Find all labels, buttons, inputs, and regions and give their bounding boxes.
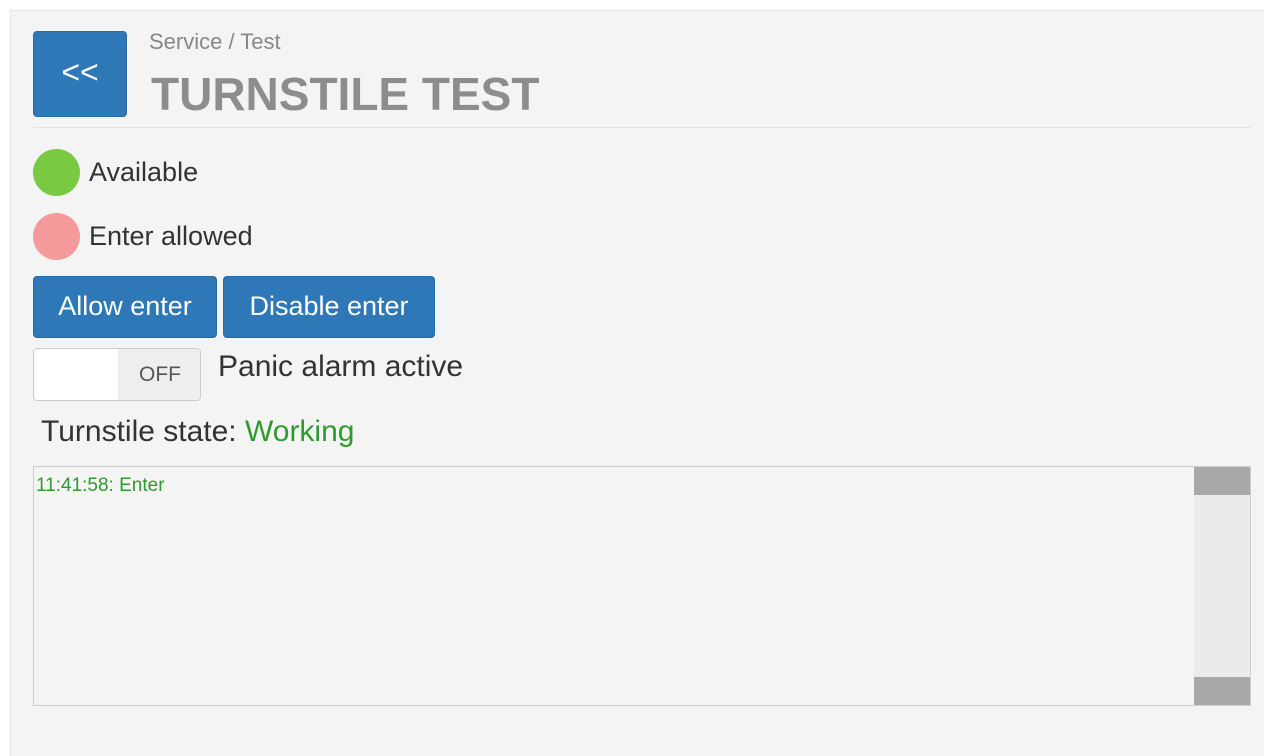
enter-allowed-label: Enter allowed xyxy=(89,220,253,251)
event-log[interactable]: 11:41:58: Enter xyxy=(33,466,1251,706)
panic-alarm-toggle[interactable]: OFF xyxy=(33,348,201,401)
status-enter-allowed: Enter allowed xyxy=(33,212,253,260)
status-available: Available xyxy=(33,148,198,196)
disable-enter-button[interactable]: Disable enter xyxy=(223,276,435,338)
log-scrollbar[interactable] xyxy=(1194,467,1250,705)
turnstile-state-label: Turnstile state: xyxy=(41,415,237,448)
turnstile-state-value: Working xyxy=(244,415,355,448)
header-divider xyxy=(33,127,1251,128)
log-entry: 11:41:58: Enter xyxy=(36,475,165,496)
turnstile-state: Turnstile state: Working xyxy=(41,415,354,449)
toggle-knob xyxy=(34,349,118,400)
breadcrumb: Service / Test xyxy=(149,29,281,54)
page-title: TURNSTILE TEST xyxy=(151,68,540,120)
scrollbar-down-arrow[interactable] xyxy=(1194,677,1250,705)
toggle-off-label: OFF xyxy=(118,349,200,400)
turnstile-test-panel: << Service / Test TURNSTILE TEST Availab… xyxy=(10,10,1264,756)
back-button[interactable]: << xyxy=(33,31,127,117)
enter-allowed-indicator-icon xyxy=(33,212,80,260)
allow-enter-button[interactable]: Allow enter xyxy=(33,276,217,338)
available-label: Available xyxy=(89,156,199,187)
panic-alarm-label: Panic alarm active xyxy=(218,350,464,383)
scrollbar-up-arrow[interactable] xyxy=(1194,467,1250,495)
available-indicator-icon xyxy=(33,148,80,196)
